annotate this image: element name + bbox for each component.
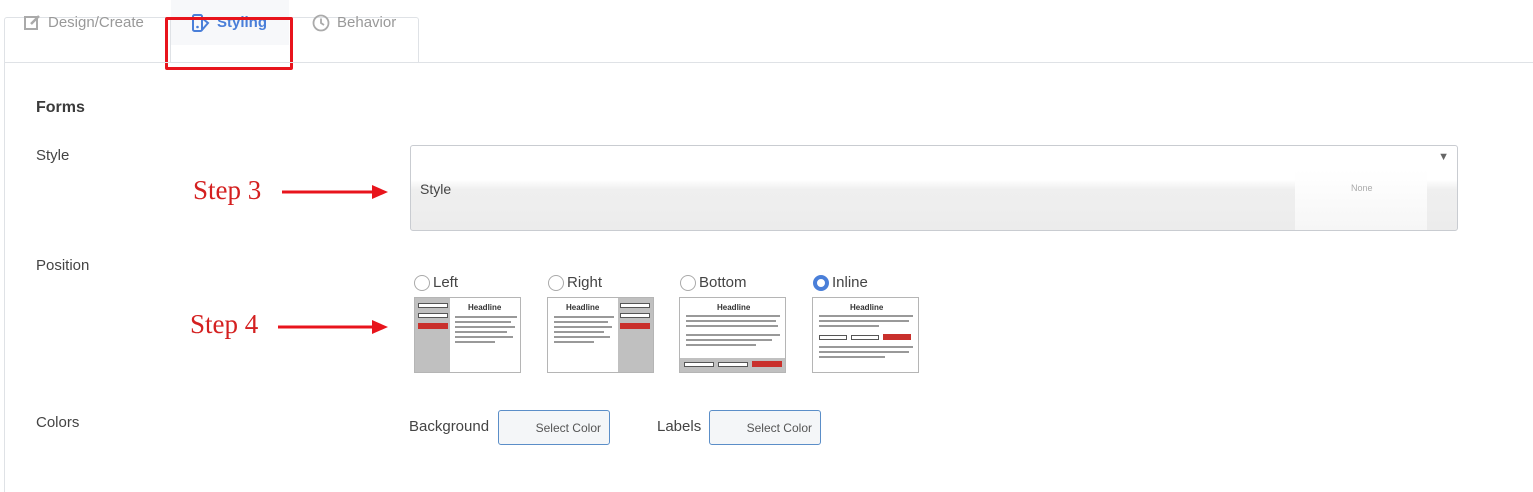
section-title: Forms — [36, 99, 85, 116]
caret-down-icon: ▼ — [1438, 151, 1449, 163]
thumb-text-line — [554, 336, 610, 338]
thumb-text-line — [554, 321, 608, 323]
thumb-text-line — [455, 341, 495, 343]
thumbnail-left[interactable]: Headline — [414, 297, 521, 373]
select-color-text: Select Color — [746, 420, 812, 435]
clock-icon — [312, 14, 330, 31]
position-label: Position — [36, 257, 90, 274]
thumb-text-line — [455, 321, 511, 323]
thumb-headline: Headline — [850, 303, 884, 312]
style-option-none[interactable]: None — [1351, 183, 1373, 193]
style-select[interactable]: Style None ▼ — [410, 145, 1458, 231]
thumb-headline: Headline — [468, 303, 502, 312]
thumb-headline: Headline — [717, 303, 751, 312]
select-option-panel — [1295, 170, 1427, 230]
labels-color-label: Labels — [657, 418, 702, 435]
thumb-text-line — [455, 326, 515, 328]
position-option-inline[interactable]: Inline — [813, 274, 868, 291]
thumb-text-line — [819, 356, 885, 358]
position-option-label: Right — [567, 274, 603, 291]
thumb-text-line — [819, 325, 879, 327]
tab-label: Design/Create — [48, 14, 144, 31]
thumb-text-line — [554, 316, 614, 318]
arrow-right-icon — [282, 185, 388, 199]
thumb-text-line — [686, 344, 756, 346]
style-select-value: Style — [420, 181, 452, 197]
position-option-right[interactable]: Right — [548, 274, 602, 291]
thumb-field — [620, 313, 650, 318]
thumb-text-line — [819, 315, 913, 317]
position-option-bottom[interactable]: Bottom — [680, 274, 747, 291]
thumb-field — [851, 335, 879, 340]
arrow-right-icon — [278, 320, 388, 334]
step-4-annotation: Step 4 — [190, 309, 259, 339]
labels-color-button[interactable]: Select Color — [709, 410, 821, 445]
tab-behavior[interactable]: Behavior — [312, 0, 396, 45]
style-label: Style — [36, 147, 70, 164]
radio-button[interactable] — [414, 274, 430, 291]
thumb-field — [684, 362, 714, 367]
thumb-text-line — [455, 316, 517, 318]
thumb-field — [418, 303, 448, 308]
thumb-text-line — [686, 325, 778, 327]
thumb-field — [620, 303, 650, 308]
thumb-text-line — [455, 331, 507, 333]
thumb-form-panel — [618, 298, 653, 372]
thumb-field — [718, 362, 748, 367]
radio-button[interactable] — [548, 274, 564, 291]
tab-label: Behavior — [337, 14, 397, 31]
thumbnail-bottom[interactable]: Headline — [679, 297, 786, 373]
thumb-text-line — [819, 351, 909, 353]
thumb-field — [418, 313, 448, 318]
thumb-headline: Headline — [566, 303, 600, 312]
select-color-text: Select Color — [535, 420, 601, 435]
colors-label: Colors — [36, 414, 80, 431]
thumb-text-line — [686, 334, 780, 336]
tab-design-create[interactable]: Design/Create — [24, 0, 144, 45]
background-color-label: Background — [409, 418, 490, 435]
thumb-text-line — [819, 320, 909, 322]
step-3-annotation: Step 3 — [193, 175, 262, 205]
thumb-text-line — [686, 320, 776, 322]
position-option-label: Inline — [832, 274, 868, 291]
thumb-text-line — [686, 315, 780, 317]
thumb-submit — [620, 323, 650, 329]
radio-button-checked[interactable] — [813, 274, 829, 291]
thumb-submit — [883, 334, 911, 340]
thumb-submit — [752, 361, 782, 367]
thumb-text-line — [554, 326, 612, 328]
thumb-text-line — [686, 339, 772, 341]
position-option-label: Bottom — [699, 274, 747, 291]
thumbnail-right[interactable]: Headline — [547, 297, 654, 373]
thumb-submit — [418, 323, 448, 329]
thumb-text-line — [455, 336, 513, 338]
next-section-title-clipped — [36, 480, 66, 488]
thumbnail-inline[interactable]: Headline — [812, 297, 919, 373]
thumb-text-line — [554, 331, 604, 333]
edit-icon — [24, 15, 40, 30]
thumb-text-line — [819, 346, 913, 348]
thumb-text-line — [554, 341, 594, 343]
position-option-label: Left — [433, 274, 459, 291]
position-option-left[interactable]: Left — [414, 274, 458, 291]
thumb-field — [819, 335, 847, 340]
thumb-form-panel — [415, 298, 450, 372]
background-color-button[interactable]: Select Color — [498, 410, 610, 445]
radio-button[interactable] — [680, 274, 696, 291]
